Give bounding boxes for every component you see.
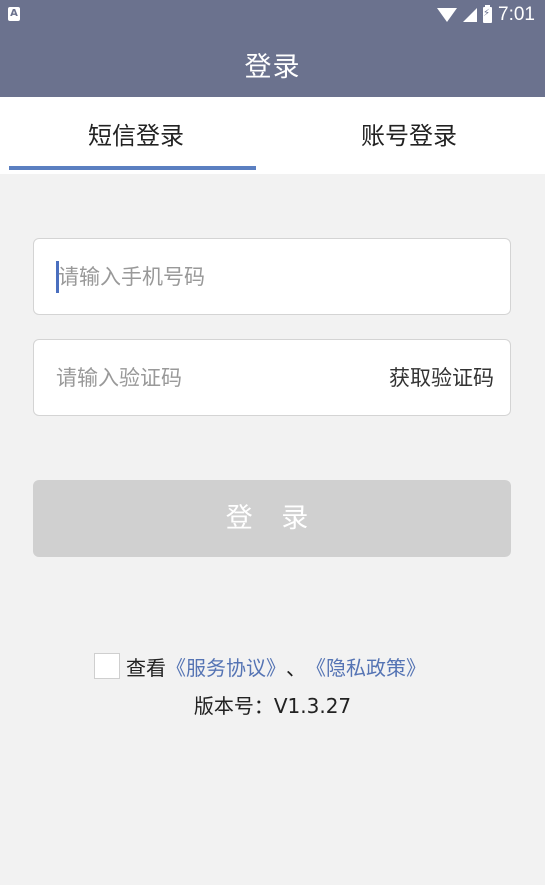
service-agreement-link[interactable]: 《服务协议》 [166, 652, 286, 681]
status-bar: A 7:01 [0, 0, 545, 30]
login-button[interactable]: 登 录 [33, 480, 511, 557]
agree-checkbox[interactable] [94, 653, 120, 679]
code-field[interactable]: 获取验证码 [33, 339, 511, 416]
active-tab-indicator [9, 166, 256, 170]
wifi-icon [437, 8, 458, 22]
status-icons: 7:01 [437, 4, 535, 26]
notification-icon: A [8, 7, 20, 21]
agreement-prefix: 查看 [126, 655, 166, 680]
phone-input[interactable] [58, 239, 388, 314]
status-time: 7:01 [498, 4, 535, 25]
login-tabs: 短信登录 账号登录 [0, 97, 545, 174]
battery-icon [483, 5, 493, 23]
tab-sms-login[interactable]: 短信登录 [0, 97, 272, 174]
phone-field[interactable] [33, 238, 511, 315]
agreement-row: 查看 《服务协议》 、 《隐私政策》 [94, 650, 426, 682]
privacy-policy-link[interactable]: 《隐私政策》 [306, 652, 426, 681]
page-title: 登录 [244, 52, 301, 83]
app-header: A 7:01 登录 [0, 0, 545, 97]
agreement-separator: 、 [286, 655, 306, 680]
code-input[interactable] [56, 340, 386, 415]
get-code-button[interactable]: 获取验证码 [389, 340, 494, 415]
signal-icon [463, 8, 478, 22]
tab-account-login[interactable]: 账号登录 [273, 97, 545, 174]
version-label: 版本号：V1.3.27 [193, 694, 352, 718]
